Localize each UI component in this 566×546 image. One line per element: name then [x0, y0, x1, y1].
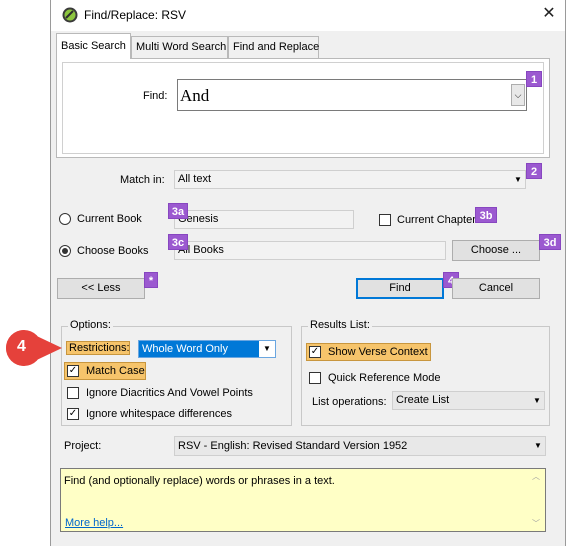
current-book-radio[interactable] [59, 213, 71, 225]
find-input-value: And [180, 86, 210, 105]
current-book-field: Genesis [174, 210, 354, 229]
project-chevron-icon: ▼ [534, 441, 542, 450]
tab-find-and-replace[interactable]: Find and Replace [228, 36, 319, 58]
quick-reference-checkbox[interactable] [309, 372, 321, 384]
badge-3b: 3b [475, 207, 497, 223]
app-icon [62, 7, 78, 23]
find-button[interactable]: Find [356, 278, 444, 299]
current-chapter-checkbox[interactable] [379, 214, 391, 226]
restrictions-select[interactable]: Whole Word Only ▼ [138, 340, 276, 358]
ignore-diacritics-checkbox[interactable] [67, 387, 79, 399]
ignore-whitespace-checkbox[interactable]: ✓ [67, 408, 79, 420]
restrictions-value: Whole Word Only [142, 343, 228, 355]
list-operations-value: Create List [396, 394, 450, 406]
window-title: Find/Replace: RSV [84, 8, 187, 22]
match-in-select[interactable]: All text ▼ [174, 170, 526, 189]
match-in-label: Match in: [120, 174, 165, 186]
restrictions-chevron-icon: ▼ [259, 341, 275, 357]
badge-3a: 3a [168, 203, 188, 219]
options-group-label: Options: [68, 319, 113, 331]
choose-button[interactable]: Choose ... [452, 240, 540, 261]
badge-2: 2 [526, 163, 542, 179]
match-case-label: Match Case [86, 365, 145, 377]
choose-books-label: Choose Books [77, 245, 149, 257]
current-book-label: Current Book [77, 213, 142, 225]
list-operations-chevron-icon: ▼ [533, 396, 541, 405]
scroll-up-icon[interactable]: ︿ [529, 471, 543, 482]
choose-books-radio[interactable] [59, 245, 71, 257]
help-text: Find (and optionally replace) words or p… [64, 475, 335, 487]
find-input[interactable]: And ⌵ [177, 79, 527, 111]
more-help-link[interactable]: More help... [65, 517, 123, 529]
restrictions-label-text: Restrictions: [69, 342, 130, 354]
match-in-value: All text [178, 173, 212, 185]
help-box: Find (and optionally replace) words or p… [60, 468, 546, 532]
chevron-down-icon: ▼ [514, 175, 522, 184]
show-verse-context-label: Show Verse Context [328, 346, 428, 358]
project-value: RSV - English: Revised Standard Version … [178, 440, 408, 452]
ignore-diacritics-label: Ignore Diacritics And Vowel Points [86, 387, 253, 399]
tab-multi-word-search[interactable]: Multi Word Search [131, 36, 228, 58]
results-group-label: Results List: [308, 319, 372, 331]
ignore-whitespace-label: Ignore whitespace differences [86, 408, 232, 420]
quick-reference-label: Quick Reference Mode [328, 372, 441, 384]
callout-badge-4: 4 [4, 328, 64, 368]
close-icon[interactable]: ✕ [540, 5, 558, 23]
list-operations-select[interactable]: Create List ▼ [392, 391, 545, 410]
restrictions-label: Restrictions: [66, 341, 130, 355]
match-case-checkbox[interactable]: ✓ [67, 365, 79, 377]
current-chapter-label: Current Chapter [397, 214, 476, 226]
badge-1: 1 [526, 71, 542, 87]
cancel-button[interactable]: Cancel [452, 278, 540, 299]
callout-number: 4 [17, 338, 26, 355]
project-label: Project: [64, 440, 102, 452]
find-dropdown-button[interactable]: ⌵ [511, 84, 525, 106]
scroll-down-icon[interactable]: ﹀ [529, 518, 543, 529]
tab-basic-search[interactable]: Basic Search [56, 33, 131, 59]
show-verse-context-checkbox[interactable]: ✓ [309, 346, 321, 358]
help-scrollbar[interactable]: ︿ ﹀ [529, 471, 543, 529]
badge-3c: 3c [168, 234, 188, 250]
find-label: Find: [143, 90, 168, 102]
less-button[interactable]: << Less [57, 278, 145, 299]
choose-books-field: All Books [174, 241, 446, 260]
badge-star: * [144, 272, 158, 288]
list-operations-label: List operations: [312, 396, 387, 408]
project-select[interactable]: RSV - English: Revised Standard Version … [174, 436, 546, 456]
badge-3d: 3d [539, 234, 561, 250]
